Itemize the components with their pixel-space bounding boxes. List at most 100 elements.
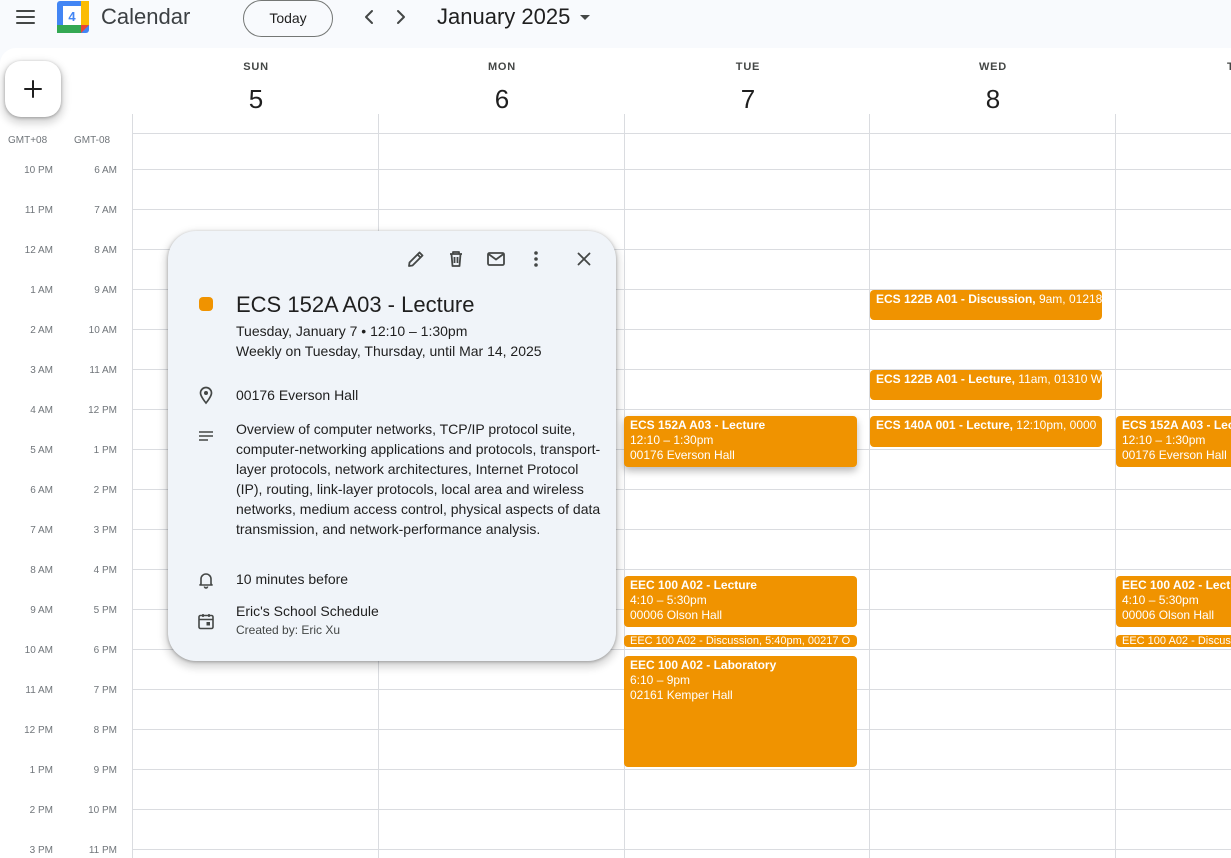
day-number[interactable]: 5 <box>133 84 379 115</box>
today-button[interactable]: Today <box>243 0 333 37</box>
header-divider <box>869 114 870 134</box>
timezone-primary-label[interactable]: GMT+08 <box>8 135 47 146</box>
day-number[interactable]: 8 <box>870 84 1116 115</box>
app-title: Calendar <box>101 4 191 29</box>
popup-event-description: Overview of computer networks, TCP/IP pr… <box>236 421 601 537</box>
event-title: EEC 100 A02 - Discussion, 5:40pm, 00217 … <box>630 635 851 647</box>
event-title: ECS 152A A03 - Lecture <box>630 418 766 432</box>
description-icon <box>196 427 216 447</box>
time-label-secondary: 2 PM <box>93 485 117 496</box>
event-title: EEC 100 A02 - Lecture <box>630 578 757 592</box>
popup-event-recurrence: Weekly on Tuesday, Thursday, until Mar 1… <box>236 343 542 359</box>
time-label-primary: 1 AM <box>30 285 53 296</box>
caret-down-icon[interactable] <box>578 10 592 24</box>
day-number[interactable]: 6 <box>379 84 625 115</box>
event-detail: 9am, 01218 T <box>1038 292 1102 306</box>
time-label-primary: 12 AM <box>24 245 53 256</box>
time-label-secondary: 8 PM <box>93 725 117 736</box>
grid-column-line <box>132 134 133 858</box>
event-detail-popup: ECS 152A A03 - Lecture Tuesday, January … <box>168 231 616 661</box>
time-label-primary: 11 AM <box>25 685 53 696</box>
event-location: 02161 Kemper Hall <box>630 688 733 702</box>
more-icon[interactable] <box>524 247 548 271</box>
event-time: 6:10 – 9pm <box>630 673 691 687</box>
email-icon[interactable] <box>484 247 508 271</box>
event-time: 12:10 – 1:30pm <box>1122 433 1206 447</box>
popup-created-by: Created by: Eric Xu <box>236 623 341 637</box>
create-button[interactable] <box>5 61 61 117</box>
popup-event-datetime: Tuesday, January 7 • 12:10 – 1:30pm <box>236 323 468 339</box>
event-title: EEC 100 A02 - Discus <box>1122 635 1231 647</box>
grid-hour-line <box>132 169 1231 170</box>
calendar-logo-icon[interactable]: 4 <box>57 1 89 33</box>
event-eec100-discussion[interactable]: EEC 100 A02 - Discussion, 5:40pm, 00217 … <box>624 635 857 647</box>
event-ecs152a-lecture-selected[interactable]: ECS 152A A03 - Lecture 12:10 – 1:30pm 00… <box>624 416 857 467</box>
popup-event-reminder: 10 minutes before <box>236 571 349 587</box>
location-pin-icon <box>196 385 216 405</box>
event-title: EEC 100 A02 - Lect <box>1122 578 1231 592</box>
time-label-primary: 3 PM <box>29 845 53 856</box>
event-eec100-laboratory[interactable]: EEC 100 A02 - Laboratory 6:10 – 9pm 0216… <box>624 656 857 767</box>
time-label-secondary: 9 AM <box>94 285 117 296</box>
event-title: ECS 122B A01 - Discussion, <box>876 292 1036 306</box>
top-bar: 4 Calendar Today January 2025 <box>0 0 1231 48</box>
header-divider <box>1115 114 1116 134</box>
event-color-swatch <box>199 297 213 311</box>
event-location: 00176 Everson Hall <box>1122 448 1227 462</box>
day-header-sun[interactable]: SUN 5 <box>133 48 379 134</box>
grid-hour-line <box>132 769 1231 770</box>
time-label-secondary: 6 PM <box>93 645 117 656</box>
time-label-primary: 4 AM <box>30 405 53 416</box>
chevron-left-icon[interactable] <box>357 5 381 29</box>
menu-icon[interactable] <box>12 5 40 29</box>
plus-icon <box>24 80 42 98</box>
time-label-primary: 9 AM <box>30 605 53 616</box>
day-header-thu[interactable]: T <box>1116 48 1231 134</box>
delete-icon[interactable] <box>444 247 468 271</box>
time-label-primary: 6 AM <box>30 485 53 496</box>
popup-calendar-name: Eric's School Schedule <box>236 603 379 619</box>
event-title: EEC 100 A02 - Laboratory <box>630 658 777 672</box>
event-eec100-discussion-thu[interactable]: EEC 100 A02 - Discus <box>1116 635 1231 647</box>
event-ecs122b-discussion[interactable]: ECS 122B A01 - Discussion, 9am, 01218 T <box>870 290 1102 320</box>
event-ecs140a-lecture[interactable]: ECS 140A 001 - Lecture, 12:10pm, 0000 <box>870 416 1102 447</box>
event-detail: 12:10pm, 0000 <box>1012 418 1097 432</box>
event-location: 00006 Olson Hall <box>630 608 723 622</box>
time-label-secondary: 8 AM <box>94 245 117 256</box>
event-title: ECS 140A 001 - Lecture, <box>876 418 1013 432</box>
time-label-secondary: 11 AM <box>89 365 117 376</box>
time-label-primary: 2 PM <box>29 805 53 816</box>
chevron-right-icon[interactable] <box>389 5 413 29</box>
event-ecs152a-lecture-thu[interactable]: ECS 152A A03 - Lec 12:10 – 1:30pm 00176 … <box>1116 416 1231 467</box>
header-bottom-border <box>132 133 1231 134</box>
time-label-primary: 2 AM <box>30 325 53 336</box>
time-label-secondary: 7 PM <box>93 685 117 696</box>
day-header-tue[interactable]: TUE 7 <box>625 48 871 134</box>
bell-icon <box>196 570 216 590</box>
event-title: ECS 152A A03 - Lec <box>1122 418 1231 432</box>
time-label-secondary: 4 PM <box>93 565 117 576</box>
event-ecs122b-lecture[interactable]: ECS 122B A01 - Lecture, 11am, 01310 Wa <box>870 370 1102 400</box>
day-header-mon[interactable]: MON 6 <box>379 48 625 134</box>
grid-column-line <box>1115 134 1116 858</box>
time-label-secondary: 12 PM <box>88 405 117 416</box>
event-eec100-lecture-thu[interactable]: EEC 100 A02 - Lect 4:10 – 5:30pm 00006 O… <box>1116 576 1231 627</box>
time-label-secondary: 7 AM <box>94 205 117 216</box>
event-eec100-lecture[interactable]: EEC 100 A02 - Lecture 4:10 – 5:30pm 0000… <box>624 576 857 627</box>
time-label-primary: 8 AM <box>30 565 53 576</box>
event-title: ECS 122B A01 - Lecture, <box>876 372 1015 386</box>
edit-icon[interactable] <box>404 247 428 271</box>
current-month-label[interactable]: January 2025 <box>437 4 570 30</box>
time-label-secondary: 9 PM <box>93 765 117 776</box>
day-header-wed[interactable]: WED 8 <box>870 48 1116 134</box>
time-label-secondary: 10 PM <box>88 805 117 816</box>
timezone-secondary-label[interactable]: GMT-08 <box>74 135 110 146</box>
time-label-primary: 11 PM <box>24 205 53 216</box>
time-label-primary: 1 PM <box>29 765 53 776</box>
popup-event-location: 00176 Everson Hall <box>236 387 359 403</box>
day-number[interactable]: 7 <box>625 84 871 115</box>
time-label-primary: 5 AM <box>30 445 53 456</box>
time-label-primary: 7 AM <box>30 525 53 536</box>
day-of-week: MON <box>487 61 517 73</box>
close-icon[interactable] <box>572 247 596 271</box>
